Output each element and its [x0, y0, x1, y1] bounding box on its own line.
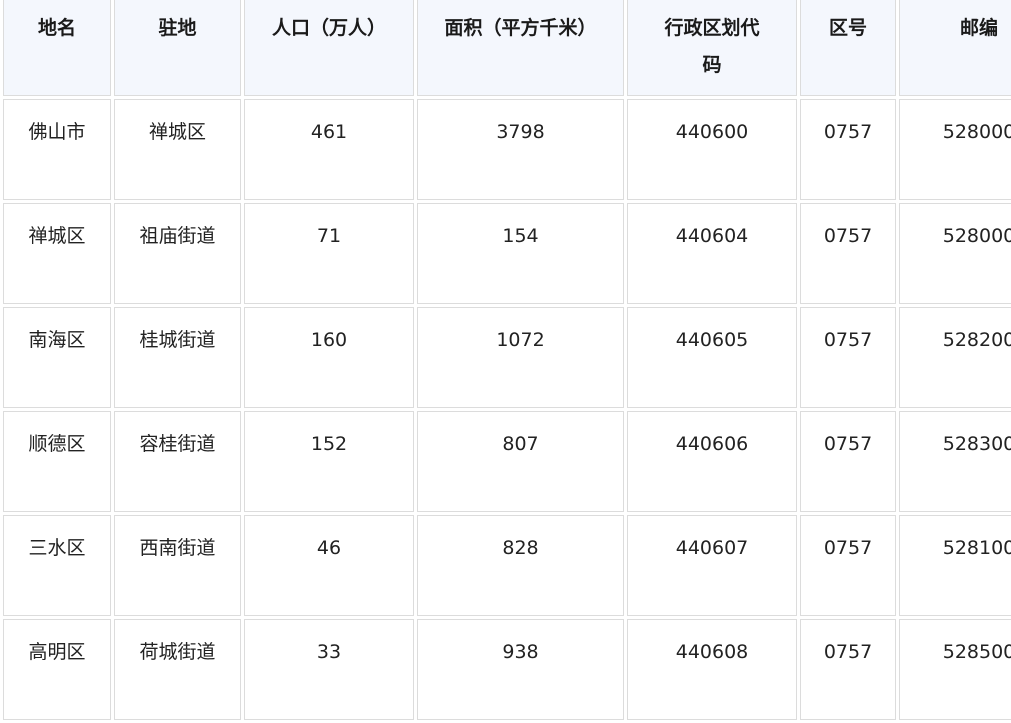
- cell-population: 461: [244, 99, 414, 200]
- cell-population: 71: [244, 203, 414, 304]
- cell-postcode: 528000: [899, 203, 1011, 304]
- cell-population: 33: [244, 619, 414, 720]
- cell-postcode: 528300: [899, 411, 1011, 512]
- cell-division-code: 440600: [627, 99, 797, 200]
- cell-seat: 桂城街道: [114, 307, 241, 408]
- cell-name: 三水区: [3, 515, 111, 616]
- cell-area: 154: [417, 203, 624, 304]
- cell-area-code: 0757: [800, 515, 896, 616]
- cell-seat: 禅城区: [114, 99, 241, 200]
- cell-area-code: 0757: [800, 99, 896, 200]
- cell-name: 顺德区: [3, 411, 111, 512]
- cell-population: 46: [244, 515, 414, 616]
- cell-seat: 荷城街道: [114, 619, 241, 720]
- cell-seat: 容桂街道: [114, 411, 241, 512]
- header-area-code: 区号: [800, 0, 896, 96]
- cell-postcode: 528500: [899, 619, 1011, 720]
- admin-division-table: 地名 驻地 人口（万人） 面积（平方千米） 行政区划代码 区号 邮编 佛山市 禅…: [0, 0, 1011, 723]
- table-row: 禅城区 祖庙街道 71 154 440604 0757 528000: [3, 203, 1011, 304]
- cell-division-code: 440605: [627, 307, 797, 408]
- cell-area: 3798: [417, 99, 624, 200]
- cell-seat: 祖庙街道: [114, 203, 241, 304]
- cell-postcode: 528000: [899, 99, 1011, 200]
- table-row: 佛山市 禅城区 461 3798 440600 0757 528000: [3, 99, 1011, 200]
- cell-division-code: 440606: [627, 411, 797, 512]
- cell-postcode: 528100: [899, 515, 1011, 616]
- cell-area: 807: [417, 411, 624, 512]
- cell-postcode: 528200: [899, 307, 1011, 408]
- cell-area: 938: [417, 619, 624, 720]
- cell-area-code: 0757: [800, 411, 896, 512]
- header-population: 人口（万人）: [244, 0, 414, 96]
- table-row: 顺德区 容桂街道 152 807 440606 0757 528300: [3, 411, 1011, 512]
- header-division-code: 行政区划代码: [627, 0, 797, 96]
- header-name: 地名: [3, 0, 111, 96]
- cell-area-code: 0757: [800, 307, 896, 408]
- cell-name: 佛山市: [3, 99, 111, 200]
- header-area: 面积（平方千米）: [417, 0, 624, 96]
- cell-population: 160: [244, 307, 414, 408]
- table-row: 高明区 荷城街道 33 938 440608 0757 528500: [3, 619, 1011, 720]
- table-row: 三水区 西南街道 46 828 440607 0757 528100: [3, 515, 1011, 616]
- cell-division-code: 440607: [627, 515, 797, 616]
- cell-area: 1072: [417, 307, 624, 408]
- cell-population: 152: [244, 411, 414, 512]
- cell-area: 828: [417, 515, 624, 616]
- table-row: 南海区 桂城街道 160 1072 440605 0757 528200: [3, 307, 1011, 408]
- header-row: 地名 驻地 人口（万人） 面积（平方千米） 行政区划代码 区号 邮编: [3, 0, 1011, 96]
- header-seat: 驻地: [114, 0, 241, 96]
- cell-division-code: 440608: [627, 619, 797, 720]
- header-postcode: 邮编: [899, 0, 1011, 96]
- cell-area-code: 0757: [800, 203, 896, 304]
- cell-area-code: 0757: [800, 619, 896, 720]
- cell-seat: 西南街道: [114, 515, 241, 616]
- cell-division-code: 440604: [627, 203, 797, 304]
- cell-name: 高明区: [3, 619, 111, 720]
- cell-name: 南海区: [3, 307, 111, 408]
- cell-name: 禅城区: [3, 203, 111, 304]
